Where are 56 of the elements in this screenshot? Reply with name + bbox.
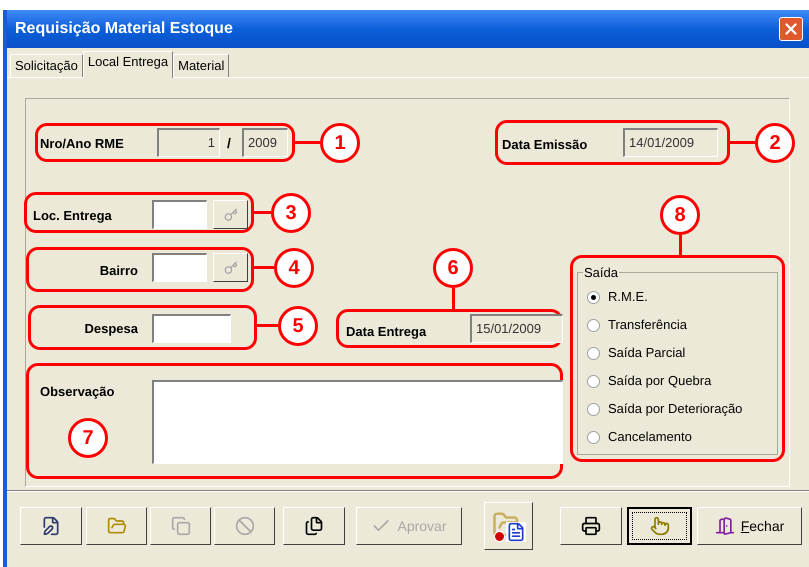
toolbar-icon-button[interactable] bbox=[627, 507, 692, 545]
door-icon bbox=[714, 516, 735, 536]
text-field[interactable] bbox=[152, 200, 207, 229]
close-button[interactable] bbox=[779, 17, 803, 41]
radio-option[interactable]: Cancelamento bbox=[587, 429, 742, 445]
pages-icon bbox=[304, 516, 324, 536]
field-label: Bairro bbox=[98, 262, 138, 280]
key-icon bbox=[224, 260, 238, 274]
callout-number: 3 bbox=[271, 193, 311, 233]
radio-option[interactable]: Saída por Quebra bbox=[587, 373, 742, 389]
radio-button[interactable] bbox=[587, 430, 600, 444]
leader-line bbox=[730, 141, 755, 144]
window-title: Requisição Material Estoque bbox=[15, 19, 233, 39]
printer-icon bbox=[581, 516, 601, 536]
radio-option[interactable]: Saída por Deterioração bbox=[587, 401, 742, 417]
callout-number: 8 bbox=[660, 195, 700, 235]
document-pen-icon bbox=[41, 516, 61, 536]
folder-document-icon bbox=[492, 510, 526, 542]
field-label: Despesa bbox=[84, 320, 138, 338]
pointing-hand-icon bbox=[650, 516, 670, 536]
field-label: Data Entrega bbox=[346, 323, 426, 341]
field-label: Nro/Ano RME bbox=[40, 135, 124, 153]
callout-number: 5 bbox=[278, 306, 318, 346]
leader-line bbox=[295, 141, 320, 144]
toolbar-button[interactable]: Fechar bbox=[697, 507, 802, 545]
callout-number: 2 bbox=[755, 123, 795, 163]
key-icon bbox=[224, 208, 238, 222]
field-label: Loc. Entrega bbox=[33, 207, 112, 225]
radio-button[interactable] bbox=[587, 318, 600, 332]
leader-line bbox=[679, 235, 682, 255]
text-field[interactable] bbox=[152, 314, 231, 343]
radio-button[interactable] bbox=[587, 290, 600, 304]
radio-option[interactable]: Saída Parcial bbox=[587, 345, 742, 361]
callout-number: 1 bbox=[320, 123, 360, 163]
leader-line bbox=[452, 288, 455, 309]
field-label: Data Emissão bbox=[502, 136, 588, 154]
callout-number: 6 bbox=[433, 248, 473, 288]
radio-option[interactable]: R.M.E. bbox=[587, 289, 742, 305]
field-label: Observação bbox=[40, 383, 114, 401]
radio-button[interactable] bbox=[587, 402, 600, 416]
leader-line bbox=[254, 266, 274, 269]
tab[interactable]: Solicitação bbox=[10, 54, 83, 77]
radio-button[interactable] bbox=[587, 374, 600, 388]
no-sign-icon bbox=[234, 516, 254, 536]
tab[interactable]: Material bbox=[173, 54, 230, 77]
text-field[interactable] bbox=[152, 253, 207, 282]
leader-line bbox=[257, 324, 278, 327]
radio-option[interactable]: Transferência bbox=[587, 317, 742, 333]
tab[interactable]: Local Entrega bbox=[82, 51, 174, 78]
slash-separator: / bbox=[227, 134, 231, 153]
callout-number: 4 bbox=[274, 248, 314, 288]
folder-icon bbox=[106, 516, 126, 536]
copy-icon bbox=[170, 516, 190, 536]
notes-field[interactable] bbox=[152, 380, 563, 464]
callout-number: 7 bbox=[68, 418, 108, 458]
radio-button[interactable] bbox=[587, 346, 600, 360]
